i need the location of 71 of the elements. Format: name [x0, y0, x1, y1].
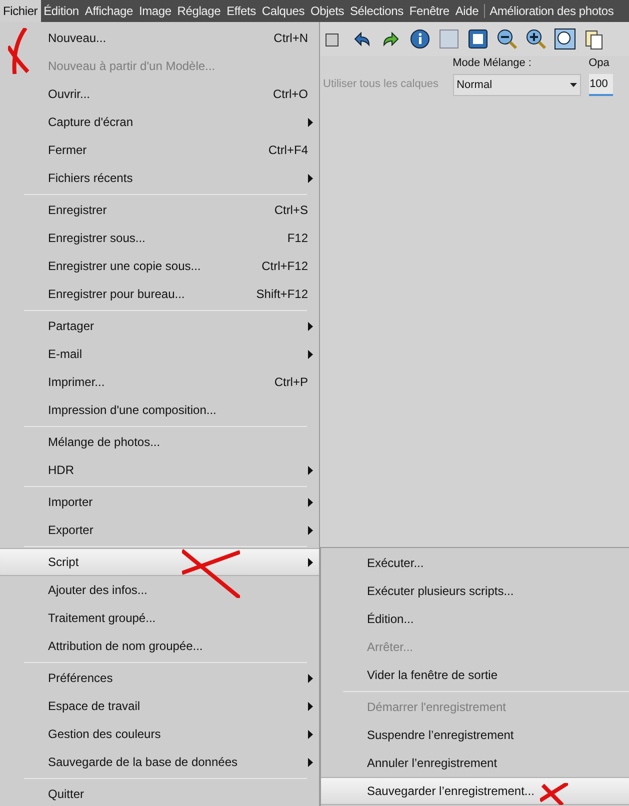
- menu-item[interactable]: Capture d'écran: [0, 108, 319, 136]
- menu-bar-item[interactable]: Sélections: [347, 0, 406, 22]
- menu-item[interactable]: Script: [0, 548, 319, 576]
- menu-bar-item[interactable]: Réglage: [174, 0, 224, 22]
- menu-bar-item[interactable]: Calques: [258, 0, 308, 22]
- menu-item[interactable]: Enregistrer une copie sous... Ctrl+F12: [0, 252, 319, 280]
- use-all-layers-label: Utiliser tous les calques: [323, 76, 439, 92]
- menu-item[interactable]: HDR: [0, 456, 319, 484]
- menu-item[interactable]: Gestion des couleurs: [0, 720, 319, 748]
- submenu-arrow-icon: [308, 702, 313, 710]
- document-icon[interactable]: [583, 28, 605, 50]
- dropdown-caret-icon: [570, 83, 577, 87]
- menu-item[interactable]: Enregistrer pour bureau... Shift+F12: [0, 280, 319, 308]
- menu-item[interactable]: Partager: [0, 312, 319, 340]
- submenu-arrow-icon: [308, 758, 313, 766]
- menu-item[interactable]: Exécuter plusieurs scripts...: [321, 577, 629, 605]
- menu-item[interactable]: Traitement groupé...: [0, 604, 319, 632]
- opacity-label: Opa: [588, 56, 610, 70]
- submenu-arrow-icon: [308, 674, 313, 682]
- menu-item[interactable]: Ajouter des infos...: [0, 576, 319, 604]
- menu-item[interactable]: Préférences: [0, 664, 319, 692]
- submenu-arrow-icon: [308, 174, 313, 182]
- menu-item[interactable]: Enregistrer Ctrl+S: [0, 196, 319, 224]
- menu-item[interactable]: Édition...: [321, 605, 629, 633]
- menu-item[interactable]: Nouveau... Ctrl+N: [0, 24, 319, 52]
- menu-bar-item[interactable]: Fichier: [0, 0, 41, 22]
- blend-mode-dropdown[interactable]: Normal: [452, 74, 581, 96]
- menu-bar-item[interactable]: Image: [136, 0, 174, 22]
- menu-item[interactable]: Annuler l’enregistrement: [321, 749, 629, 777]
- cross-mark: [182, 548, 240, 598]
- menu-bar-item[interactable]: Affichage: [82, 0, 136, 22]
- menu-item[interactable]: Quitter: [0, 780, 319, 806]
- menu-bar-item[interactable]: Aide: [452, 0, 482, 22]
- menu-item[interactable]: Attribution de nom groupée...: [0, 632, 319, 660]
- submenu-arrow-icon: [308, 558, 313, 566]
- menu-item[interactable]: Sauvegarde de la base de données: [0, 748, 319, 776]
- menu-item[interactable]: Suspendre l’enregistrement: [321, 721, 629, 749]
- menu-item[interactable]: Ouvrir... Ctrl+O: [0, 80, 319, 108]
- menu-item[interactable]: Impression d'une composition...: [0, 396, 319, 424]
- blend-mode-label: Mode Mélange :: [452, 56, 532, 70]
- menu-item[interactable]: Enregistrer sous... F12: [0, 224, 319, 252]
- submenu-arrow-icon: [308, 118, 313, 126]
- submenu-arrow-icon: [308, 322, 313, 330]
- menu-item[interactable]: Imprimer... Ctrl+P: [0, 368, 319, 396]
- submenu-arrow-icon: [308, 498, 313, 506]
- info-icon[interactable]: [409, 28, 431, 50]
- menu-item[interactable]: Exporter: [0, 516, 319, 544]
- menu-bar-item[interactable]: Objets: [308, 0, 347, 22]
- menu-item[interactable]: Vider la fenêtre de sortie: [321, 661, 629, 689]
- menu-bar-item[interactable]: Fenêtre: [406, 0, 452, 22]
- menu-item[interactable]: E-mail: [0, 340, 319, 368]
- zoom-in-icon[interactable]: [525, 28, 547, 50]
- submenu-arrow-icon: [308, 730, 313, 738]
- menu-item[interactable]: Fermer Ctrl+F4: [0, 136, 319, 164]
- menu-item[interactable]: Importer: [0, 488, 319, 516]
- menu-bar-item[interactable]: Édition: [40, 0, 82, 22]
- opacity-field[interactable]: 100: [588, 74, 613, 96]
- zoom-out-icon[interactable]: [496, 28, 518, 50]
- menu-item[interactable]: Mélange de photos...: [0, 428, 319, 456]
- fit-window-icon[interactable]: [467, 28, 489, 50]
- menu-bar-item[interactable]: Amélioration des photos: [486, 0, 617, 22]
- menu-item[interactable]: Sauvegarder l’enregistrement...: [321, 777, 629, 805]
- submenu-arrow-icon: [308, 526, 313, 534]
- submenu-arrow-icon: [308, 466, 313, 474]
- menu-bar-item[interactable]: Effets: [224, 0, 259, 22]
- cross-mark: [8, 28, 30, 74]
- submenu-arrow-icon: [308, 350, 313, 358]
- menu-item[interactable]: Exécuter...: [321, 549, 629, 577]
- cross-mark: [540, 783, 568, 805]
- menu-item[interactable]: Espace de travail: [0, 692, 319, 720]
- menu-item[interactable]: Fichiers récents: [0, 164, 319, 192]
